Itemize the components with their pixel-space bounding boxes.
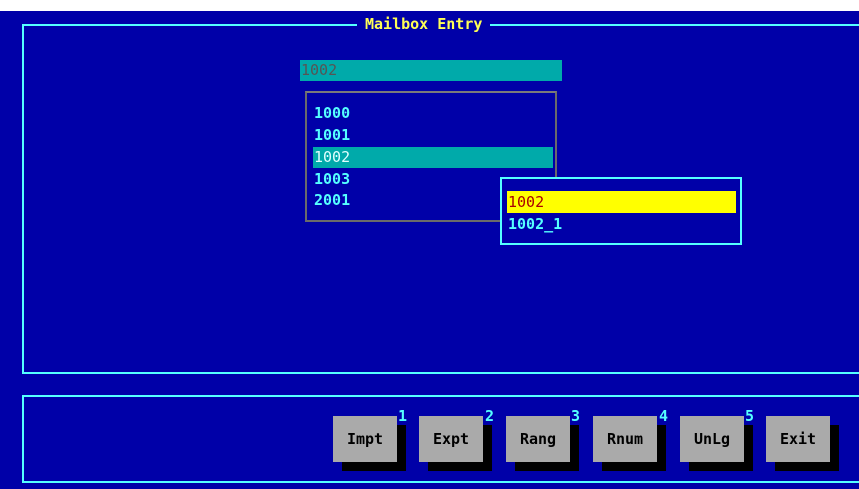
fkey-number: 2 (485, 407, 495, 425)
fkey-number: 4 (659, 407, 669, 425)
unlg-button[interactable]: UnLg (680, 416, 744, 462)
fkey-number: 3 (571, 407, 581, 425)
rang-button[interactable]: Rang (506, 416, 570, 462)
match-popup: 1002 1002_1 (500, 177, 742, 245)
popup-item-highlighted[interactable]: 1002 (507, 191, 736, 213)
impt-button[interactable]: Impt (333, 416, 397, 462)
popup-item[interactable]: 1002_1 (507, 213, 736, 235)
list-item-selected[interactable]: 1002 (313, 147, 553, 168)
fkey-number: 5 (745, 407, 755, 425)
window-title: Mailbox Entry (357, 15, 491, 33)
rnum-button[interactable]: Rnum (593, 416, 657, 462)
mailbox-entry-field[interactable]: 1002 (300, 60, 562, 81)
dos-screen: Mailbox Entry 1002 1000 1001 1002 1003 2… (0, 11, 859, 489)
expt-button[interactable]: Expt (419, 416, 483, 462)
list-item[interactable]: 1000 (313, 103, 553, 124)
exit-button[interactable]: Exit (766, 416, 830, 462)
list-item[interactable]: 1001 (313, 125, 553, 146)
fkey-number: 1 (398, 407, 408, 425)
